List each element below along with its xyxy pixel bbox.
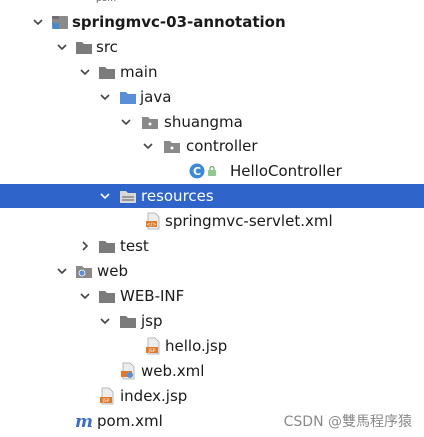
- package-icon: [140, 113, 160, 131]
- chevron-right-icon[interactable]: [78, 234, 92, 258]
- folder-icon: [118, 312, 138, 330]
- clipped-tree-item: pom: [96, 0, 116, 4]
- tree-item-index-jsp[interactable]: JSP index.jsp: [0, 384, 424, 408]
- tree-item-src[interactable]: src: [0, 35, 424, 59]
- tree-item-jsp-folder[interactable]: jsp: [0, 309, 424, 333]
- tree-item-label: springmvc-03-annotation: [72, 13, 286, 31]
- tree-item-label: main: [120, 63, 158, 81]
- folder-icon: [97, 63, 117, 81]
- project-tree: pom springmvc-03-annotation src main: [0, 0, 424, 437]
- source-folder-icon: [118, 88, 138, 106]
- class-icon: C: [187, 162, 207, 180]
- tree-item-label: index.jsp: [120, 387, 188, 405]
- tree-item-label: HelloController: [230, 162, 342, 180]
- tree-item-web[interactable]: web: [0, 259, 424, 283]
- chevron-down-icon[interactable]: [98, 85, 112, 109]
- maven-file-icon: m: [74, 412, 94, 430]
- folder-icon: [74, 38, 94, 56]
- chevron-down-icon[interactable]: [31, 10, 45, 34]
- chevron-down-icon[interactable]: [78, 284, 92, 308]
- jsp-file-icon: JSP: [97, 387, 117, 405]
- svg-text:m: m: [75, 412, 93, 430]
- tree-item-label: src: [96, 38, 118, 56]
- tree-item-web-xml[interactable]: web.xml: [0, 359, 424, 383]
- tree-item-hello-jsp[interactable]: JSP hello.jsp: [0, 334, 424, 358]
- tree-item-label: WEB-INF: [120, 287, 185, 305]
- chevron-down-icon[interactable]: [141, 134, 155, 158]
- xml-file-icon: [118, 362, 138, 380]
- tree-item-label: springmvc-servlet.xml: [165, 212, 333, 230]
- tree-item-label: resources: [141, 187, 214, 205]
- chevron-down-icon[interactable]: [55, 35, 69, 59]
- tree-item-label: test: [120, 237, 149, 255]
- tree-item-controller[interactable]: controller: [0, 134, 424, 158]
- tree-item-resources[interactable]: resources: [0, 184, 424, 208]
- tree-item-java[interactable]: java: [0, 85, 424, 109]
- chevron-down-icon[interactable]: [78, 60, 92, 84]
- resources-folder-icon: [118, 187, 138, 205]
- web-folder-icon: [74, 262, 94, 280]
- tree-item-label: hello.jsp: [165, 337, 228, 355]
- svg-text:JSP: JSP: [102, 398, 110, 404]
- folder-icon: [97, 237, 117, 255]
- svg-text:</>: </>: [146, 222, 156, 228]
- tree-item-shuangma[interactable]: shuangma: [0, 110, 424, 134]
- chevron-down-icon[interactable]: [98, 184, 112, 208]
- module-icon: [50, 13, 70, 31]
- tree-item-label: web: [97, 262, 129, 280]
- chevron-down-icon[interactable]: [119, 110, 133, 134]
- chevron-down-icon[interactable]: [55, 259, 69, 283]
- tree-item-main[interactable]: main: [0, 60, 424, 84]
- tree-item-project[interactable]: springmvc-03-annotation: [0, 10, 424, 34]
- folder-icon: [97, 287, 117, 305]
- tree-item-test[interactable]: test: [0, 234, 424, 258]
- tree-item-springmvc-servlet[interactable]: </> springmvc-servlet.xml: [0, 209, 424, 233]
- tree-item-label: controller: [186, 137, 258, 155]
- jsp-file-icon: JSP: [143, 337, 163, 355]
- tree-item-hello-controller[interactable]: C HelloController: [0, 159, 424, 183]
- svg-text:JSP: JSP: [148, 348, 156, 354]
- tree-item-label: shuangma: [164, 113, 243, 131]
- package-icon: [162, 137, 182, 155]
- watermark: CSDN @雙馬程序猿: [283, 414, 412, 430]
- tree-item-label: web.xml: [141, 362, 205, 380]
- tree-item-label: jsp: [141, 312, 163, 330]
- tree-item-web-inf[interactable]: WEB-INF: [0, 284, 424, 308]
- svg-text:C: C: [193, 165, 201, 178]
- tree-item-label: pom.xml: [97, 412, 163, 430]
- tree-item-label: java: [140, 88, 172, 106]
- chevron-down-icon[interactable]: [98, 309, 112, 333]
- access-modifier-icon: [205, 162, 219, 180]
- xml-file-icon: </>: [143, 212, 163, 230]
